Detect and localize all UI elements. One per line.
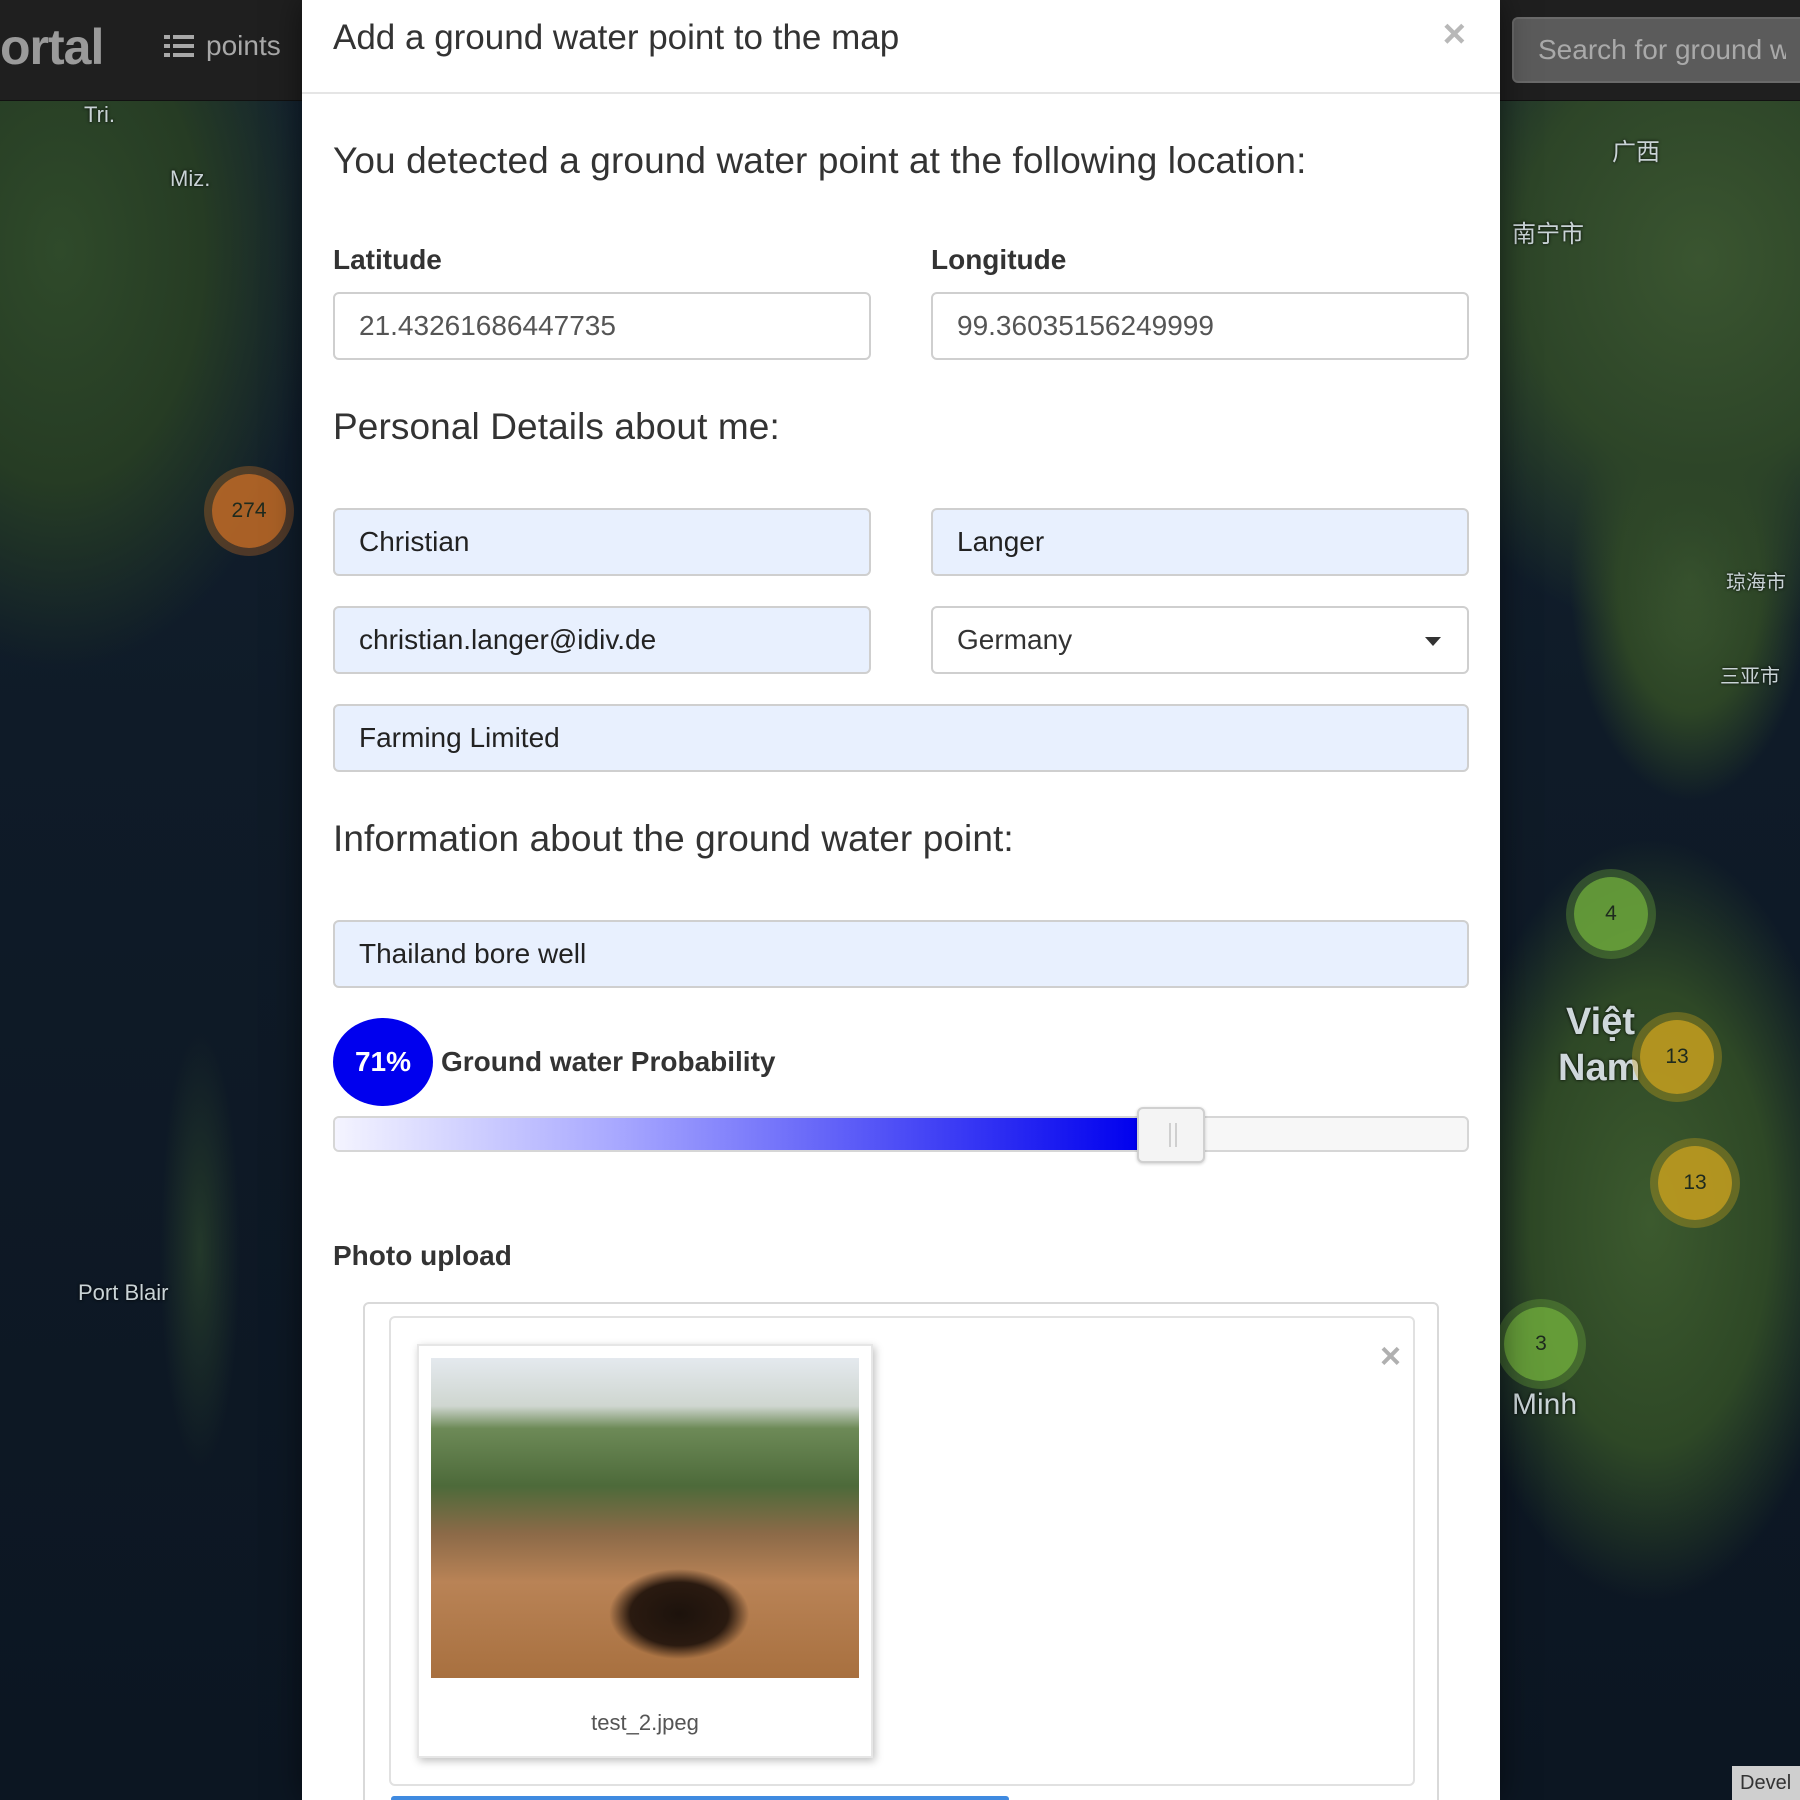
brand-logo[interactable]: ortal [0, 18, 104, 76]
email-field[interactable]: christian.langer@idiv.de [333, 606, 871, 674]
map-label: Việt [1566, 1001, 1636, 1043]
map-label: Port Blair [78, 1280, 169, 1305]
map-cluster-marker[interactable]: 4 [1574, 877, 1648, 951]
probability-label: Ground water Probability [441, 1046, 776, 1077]
map-cluster-marker[interactable]: 3 [1504, 1307, 1578, 1381]
latitude-field[interactable]: 21.43261686447735 [333, 292, 871, 360]
photo-dropzone[interactable]: × test_2.jpeg [363, 1302, 1439, 1800]
close-icon[interactable]: × [1443, 14, 1466, 54]
upload-progress-bar [391, 1796, 1009, 1800]
map-label: 广西 [1612, 139, 1660, 166]
personal-heading: Personal Details about me: [333, 406, 780, 447]
map-label: 南宁市 [1512, 221, 1584, 248]
photo-thumbnail[interactable]: test_2.jpeg [417, 1344, 873, 1758]
first-name-field[interactable]: Christian [333, 508, 871, 576]
nav-points-link[interactable]: points [164, 30, 281, 62]
photo-preview-container: × test_2.jpeg [389, 1316, 1415, 1786]
probability-badge: 71% [333, 1018, 433, 1106]
map-label: Nam [1558, 1047, 1641, 1089]
map-label: 琼海市 [1726, 572, 1786, 594]
longitude-label: Longitude [931, 244, 1067, 275]
probability-slider[interactable] [333, 1107, 1469, 1163]
search-input[interactable] [1512, 17, 1800, 83]
map-label: 三亚市 [1720, 666, 1780, 688]
remove-photo-icon[interactable]: × [1380, 1338, 1401, 1374]
map-label: Miz. [170, 166, 211, 191]
chevron-down-icon [1425, 637, 1441, 646]
info-heading: Information about the ground water point… [333, 818, 1014, 859]
map-label: Minh [1512, 1388, 1578, 1421]
longitude-field[interactable]: 99.36035156249999 [931, 292, 1469, 360]
location-heading: You detected a ground water point at the… [333, 140, 1307, 181]
country-select[interactable]: Germany [931, 606, 1469, 674]
nav-points-label: points [206, 30, 281, 61]
photo-file-name: test_2.jpeg [591, 1710, 699, 1735]
map-cluster-marker[interactable]: 13 [1640, 1020, 1714, 1094]
modal-title: Add a ground water point to the map [333, 18, 900, 57]
probability-slider-fill [335, 1118, 1139, 1150]
list-icon [164, 34, 194, 58]
map-cluster-marker[interactable]: 13 [1658, 1146, 1732, 1220]
photo-upload-label: Photo upload [333, 1240, 512, 1271]
latitude-label: Latitude [333, 244, 442, 275]
probability-slider-handle[interactable] [1137, 1107, 1205, 1163]
modal-header: Add a ground water point to the map × [302, 0, 1500, 94]
map-label: Tri. [84, 102, 115, 127]
photo-image [431, 1358, 859, 1678]
add-point-modal: Add a ground water point to the map × Yo… [302, 0, 1500, 1800]
country-select-value: Germany [957, 624, 1073, 655]
organization-field[interactable]: Farming Limited [333, 704, 1469, 772]
last-name-field[interactable]: Langer [931, 508, 1469, 576]
point-name-field[interactable]: Thailand bore well [333, 920, 1469, 988]
dev-badge: Devel [1732, 1766, 1800, 1800]
map-cluster-marker[interactable]: 274 [212, 474, 286, 548]
